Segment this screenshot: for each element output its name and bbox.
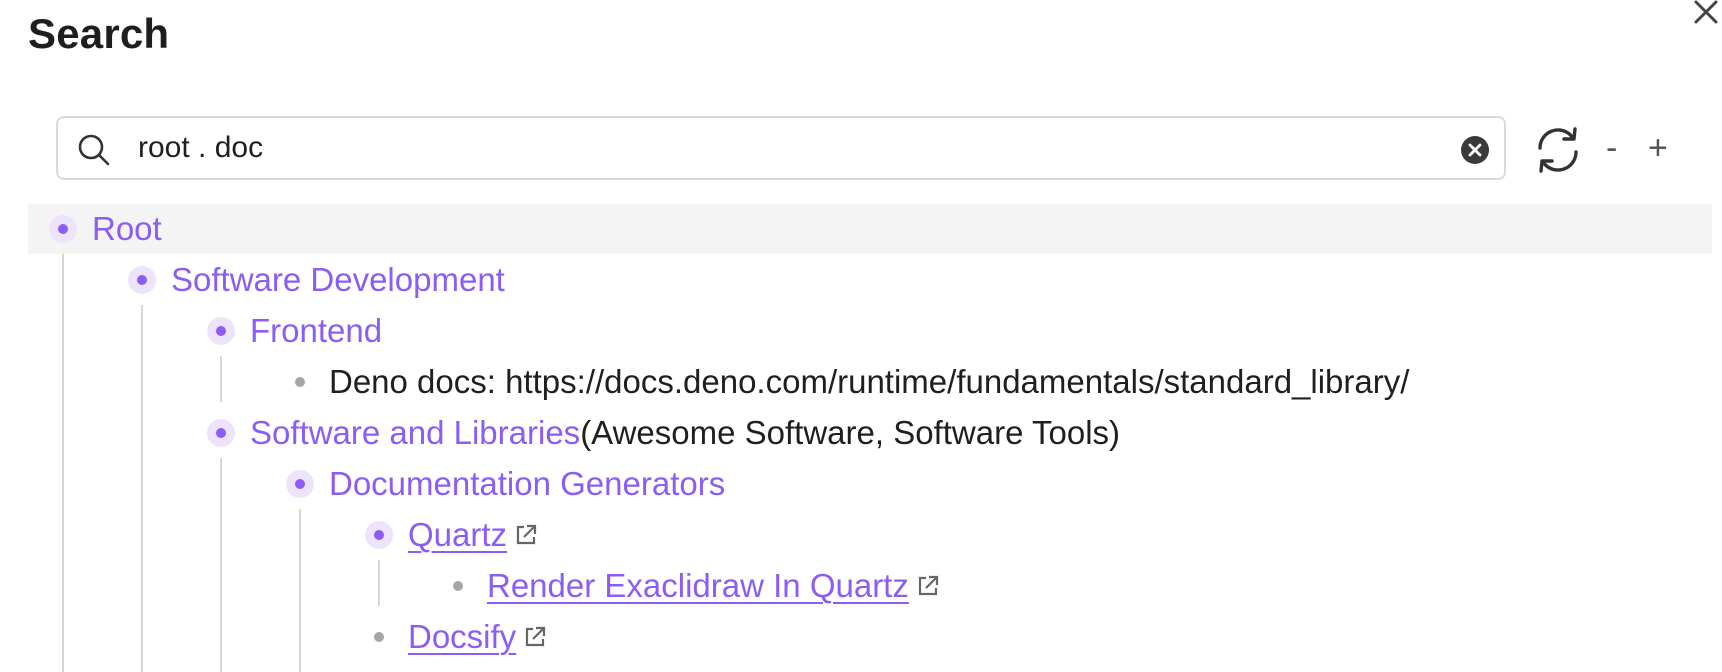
panel-title: Search [28,10,170,57]
external-link-icon[interactable] [915,573,941,599]
tree-item-label: Documentation Generators [329,465,726,502]
close-icon[interactable] [1690,0,1722,28]
tree-row-software-development[interactable]: Software Development [28,255,1712,305]
search-input[interactable] [138,126,1388,170]
collapse-bullet[interactable] [49,215,77,243]
tree-item-label: Software Development [171,261,505,298]
tree-item-label: Root [92,210,162,247]
tree-row-render-excalidraw[interactable]: Render Exaclidraw In Quartz [28,561,1712,611]
tree-row-root[interactable]: Root [28,204,1712,254]
tree-item-text: Software and Libraries(Awesome Software,… [250,412,1120,454]
leaf-bullet [444,572,472,600]
external-link-icon[interactable] [513,522,539,548]
leaf-bullet [365,623,393,651]
tree-item-text: Quartz [408,514,539,556]
search-box [56,116,1506,180]
refresh-icon[interactable] [1532,124,1584,176]
docsify-link[interactable]: Docsify [408,618,516,655]
collapse-bullet[interactable] [207,317,235,345]
collapse-bullet[interactable] [207,419,235,447]
collapse-bullet[interactable] [128,266,156,294]
expand-all-button[interactable]: + [1648,126,1668,170]
tree-row-quartz[interactable]: Quartz [28,510,1712,560]
tree-item-tags: (Awesome Software, Software Tools) [580,414,1121,451]
search-panel: Search - + Root [0,0,1722,672]
results-tree: Root Software Development Frontend Deno … [28,204,1712,672]
quartz-link[interactable]: Quartz [408,516,507,553]
tree-item-text: Render Exaclidraw In Quartz [487,565,941,607]
tree-row-deno-docs[interactable]: Deno docs: https://docs.deno.com/runtime… [28,357,1712,407]
render-excalidraw-link[interactable]: Render Exaclidraw In Quartz [487,567,909,604]
tree-row-frontend[interactable]: Frontend [28,306,1712,356]
tree-item-label: Deno docs: https://docs.deno.com/runtime… [329,363,1410,400]
tree-row-docsify[interactable]: Docsify [28,612,1712,662]
search-icon [78,134,110,166]
tree-item-label: Software and Libraries [250,414,581,451]
collapse-all-button[interactable]: - [1606,126,1617,170]
collapse-bullet[interactable] [286,470,314,498]
collapse-bullet[interactable] [365,521,393,549]
external-link-icon[interactable] [522,624,548,650]
tree-item-label: Frontend [250,312,383,349]
clear-icon[interactable] [1460,135,1490,165]
tree-item-text: Docsify [408,616,548,658]
tree-row-software-libraries[interactable]: Software and Libraries(Awesome Software,… [28,408,1712,458]
leaf-bullet [286,368,314,396]
tree-row-doc-generators[interactable]: Documentation Generators [28,459,1712,509]
